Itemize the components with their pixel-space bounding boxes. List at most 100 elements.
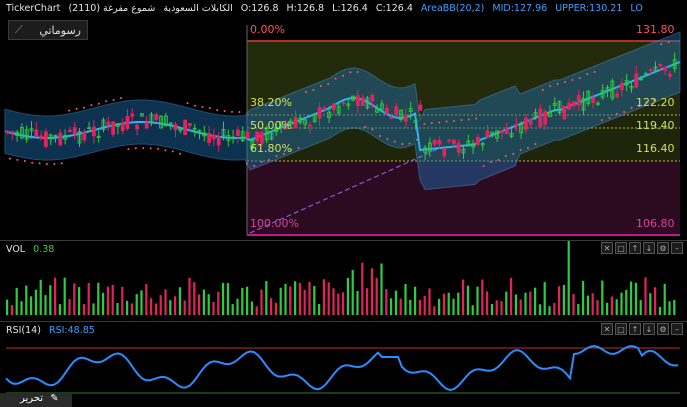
candle-body: [538, 108, 543, 128]
volume-bar: [490, 303, 493, 315]
candle-body: [245, 131, 250, 139]
sar-dot: [556, 83, 559, 85]
sar-dot: [305, 91, 307, 93]
sar-dot: [83, 106, 85, 109]
candle-body: [668, 73, 672, 77]
candle-body: [384, 108, 389, 114]
volume-bar: [97, 282, 100, 315]
sar-dot: [334, 77, 337, 80]
volume-bar: [322, 279, 325, 315]
rsi-panel[interactable]: RSI(14) RSI:48.85 ✕ □ ↑ ↓ ⚙ –: [0, 322, 687, 407]
move-down-icon[interactable]: ↓: [643, 323, 655, 335]
volume-bar: [462, 279, 465, 315]
minimize-icon[interactable]: –: [671, 323, 683, 335]
volume-bar: [610, 296, 613, 315]
volume-bar: [668, 301, 671, 315]
rsi-title: RSI(14): [6, 325, 41, 336]
candle-body: [34, 129, 39, 137]
minimize-icon[interactable]: –: [671, 242, 683, 254]
volume-bar: [442, 293, 445, 315]
volume-bar: [313, 285, 316, 315]
candle-body: [572, 101, 576, 106]
sar-dot: [23, 159, 26, 162]
sar-dot: [349, 71, 352, 74]
volume-bar: [500, 301, 503, 315]
candle-body: [576, 95, 581, 106]
sar-dot: [386, 138, 389, 141]
candle-body: [432, 139, 437, 145]
sar-dot: [223, 109, 226, 112]
volume-bar: [510, 278, 513, 315]
candle-body: [524, 117, 528, 130]
volume-bar: [298, 283, 301, 315]
candle-body: [475, 137, 480, 145]
sar-dot: [208, 107, 211, 110]
mid-value: MID:127.96: [492, 3, 548, 14]
volume-chart[interactable]: [0, 241, 687, 321]
edit-label: تحرير: [20, 393, 44, 404]
candle-body: [183, 119, 188, 136]
sar-dot: [186, 102, 189, 105]
sar-dot: [356, 71, 359, 74]
close-icon[interactable]: ✕: [601, 323, 613, 335]
volume-bar: [428, 288, 431, 315]
volume-bar: [572, 294, 575, 315]
fib-level-100: 100.00%: [250, 217, 299, 230]
restore-icon[interactable]: □: [615, 323, 627, 335]
settings-icon[interactable]: ⚙: [657, 242, 669, 254]
volume-bar: [183, 300, 186, 315]
price-chart[interactable]: [0, 0, 687, 240]
restore-icon[interactable]: □: [615, 242, 627, 254]
volume-bar: [82, 304, 85, 315]
volume-bar: [270, 298, 273, 315]
sar-dot: [268, 159, 270, 161]
candle-body: [389, 116, 394, 119]
fib-price-50: 119.40: [636, 119, 675, 132]
volume-bar: [553, 302, 556, 315]
candle-body: [591, 97, 595, 104]
volume-bar: [418, 299, 421, 315]
volume-bar: [394, 290, 397, 315]
candle-body: [322, 107, 327, 110]
sar-dot: [171, 150, 174, 153]
candle-body: [663, 66, 667, 71]
drawings-dropdown[interactable]: ⟋ رسوماتي: [8, 20, 88, 40]
volume-bar: [529, 291, 532, 315]
volume-bar: [255, 306, 258, 315]
price-chart-panel[interactable]: TickerChart (2110) الكابلات السعودية شمو…: [0, 0, 687, 240]
sar-dot: [38, 162, 41, 165]
sar-dot: [53, 162, 56, 165]
volume-bar: [567, 241, 570, 315]
sar-dot: [660, 43, 663, 45]
candle-body: [355, 95, 360, 107]
move-up-icon[interactable]: ↑: [629, 323, 641, 335]
rsi-chart[interactable]: [0, 322, 687, 407]
volume-bar: [202, 289, 205, 315]
candle-body: [394, 106, 399, 116]
volume-panel[interactable]: VOL 0.38 ✕ □ ↑ ↓ ⚙ –: [0, 241, 687, 321]
move-down-icon[interactable]: ↓: [643, 242, 655, 254]
candle-body: [437, 140, 442, 145]
volume-bar: [188, 277, 191, 315]
volume-bar: [471, 305, 474, 315]
candle-body: [442, 148, 447, 157]
settings-icon[interactable]: ⚙: [657, 323, 669, 335]
volume-bar: [356, 290, 359, 315]
sar-dot: [97, 102, 100, 105]
sar-dot: [482, 165, 485, 167]
sar-dot: [475, 117, 478, 120]
chart-type: شموع مفرغة: [103, 3, 156, 14]
volume-bar: [226, 283, 229, 315]
move-up-icon[interactable]: ↑: [629, 242, 641, 254]
volume-bar: [562, 284, 565, 315]
edit-tab[interactable]: تحرير ✎: [0, 393, 72, 407]
volume-bar: [92, 303, 95, 315]
candle-body: [154, 114, 159, 121]
volume-bar: [308, 281, 311, 315]
close-icon[interactable]: ✕: [601, 242, 613, 254]
candle-body: [130, 113, 135, 117]
volume-bar: [87, 283, 90, 315]
volume-title: VOL: [6, 244, 26, 255]
volume-bar: [198, 294, 201, 315]
candle-body: [207, 133, 212, 143]
